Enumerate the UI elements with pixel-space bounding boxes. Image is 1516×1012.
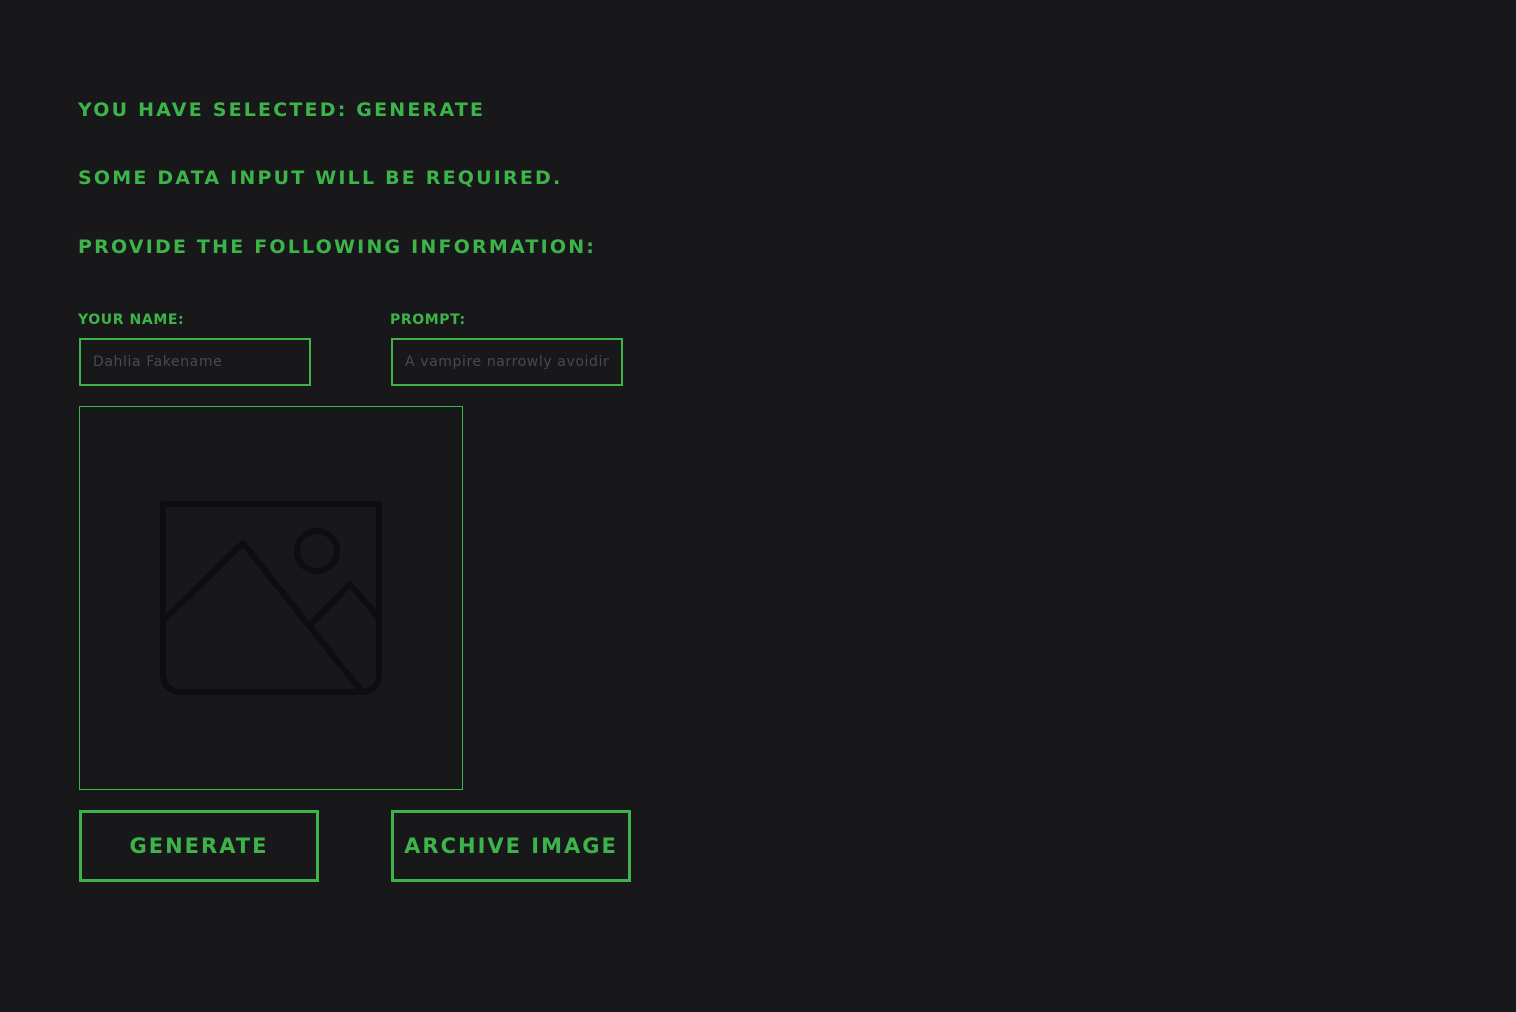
- name-input[interactable]: [79, 338, 311, 386]
- selection-message: YOU HAVE SELECTED: GENERATE: [78, 99, 486, 121]
- generate-button[interactable]: GENERATE: [79, 810, 319, 882]
- prompt-field-label: PROMPT:: [390, 312, 466, 328]
- provide-info-message: PROVIDE THE FOLLOWING INFORMATION:: [78, 236, 597, 258]
- generated-image-frame: [79, 406, 463, 790]
- image-placeholder-icon: [160, 501, 382, 695]
- archive-image-button[interactable]: ARCHIVE IMAGE: [391, 810, 631, 882]
- data-required-message: SOME DATA INPUT WILL BE REQUIRED.: [78, 167, 563, 189]
- name-field-label: YOUR NAME:: [78, 312, 185, 328]
- prompt-input[interactable]: [391, 338, 623, 386]
